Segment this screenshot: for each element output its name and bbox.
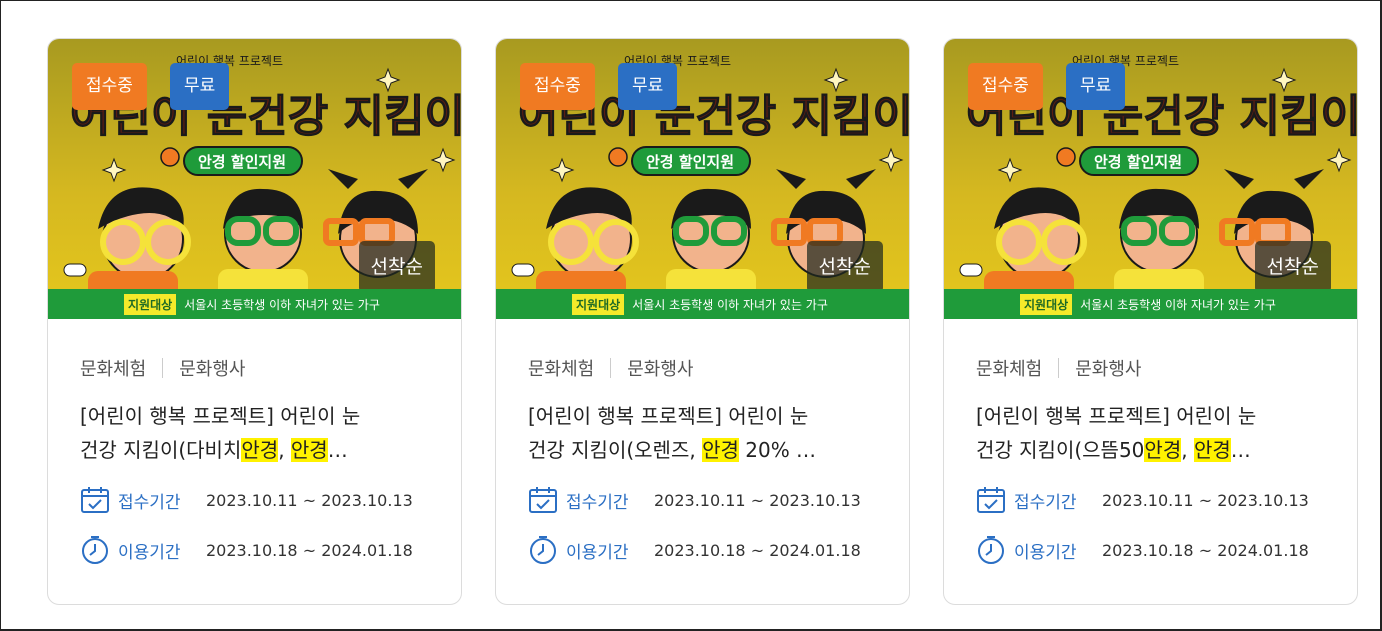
program-thumbnail[interactable]: 어린이 행복 프로젝트 어린이 눈건강 지킴이 안경 할인지원 접수중 무료 선… (496, 39, 909, 319)
target-tag: 지원대상 (124, 293, 177, 315)
program-title[interactable]: [어린이 행복 프로젝트] 어린이 눈 건강 지킴이(오렌즈, 안경 20% … (528, 399, 877, 467)
clock-icon (978, 536, 1004, 564)
title-line-1: [어린이 행복 프로젝트] 어린이 눈 (528, 404, 809, 428)
fee-badge: 무료 (618, 63, 678, 110)
title-text: 20% … (738, 438, 817, 462)
title-line-2: 건강 지킴이(오렌즈, 안경 20% … (528, 433, 877, 467)
fee-badge: 무료 (1066, 63, 1126, 110)
title-text: 건강 지킴이(으뜸50 (976, 438, 1145, 462)
apply-period-label: 접수기간 (566, 492, 629, 513)
category-primary[interactable]: 문화체험 (528, 355, 594, 381)
banner-sub-text: 안경 할인지원 (198, 153, 286, 171)
use-period-value: 2023.10.18 ~ 2024.01.18 (654, 540, 861, 560)
program-card[interactable]: 어린이 행복 프로젝트 어린이 눈건강 지킴이 안경 할인지원 접수중 무료 선… (943, 38, 1358, 605)
apply-period-label: 접수기간 (118, 492, 181, 513)
target-stripe: 지원대상 서울시 초등학생 이하 자녀가 있는 가구 (496, 289, 909, 319)
title-line-1: [어린이 행복 프로젝트] 어린이 눈 (80, 404, 361, 428)
calendar-check-icon (977, 487, 1005, 513)
program-thumbnail[interactable]: 어린이 행복 프로젝트 어린이 눈건강 지킴이 안경 할인지원 접수중 무료 선… (48, 39, 461, 319)
apply-period-row: 접수기간 2023.10.11 ~ 2023.10.13 (80, 485, 429, 515)
target-tag: 지원대상 (1020, 293, 1073, 315)
category-divider (610, 358, 612, 378)
target-stripe: 지원대상 서울시 초등학생 이하 자녀가 있는 가구 (48, 289, 461, 319)
apply-period-value: 2023.10.11 ~ 2023.10.13 (1102, 490, 1309, 510)
category-divider (1058, 358, 1060, 378)
program-title[interactable]: [어린이 행복 프로젝트] 어린이 눈 건강 지킴이(다비치안경, 안경… (80, 399, 429, 467)
calendar-check-icon (81, 487, 109, 513)
apply-period-label: 접수기간 (1014, 492, 1077, 513)
title-highlight: 안경 (241, 438, 279, 462)
category-primary[interactable]: 문화체험 (976, 355, 1042, 381)
card-body: 문화체험 문화행사 [어린이 행복 프로젝트] 어린이 눈 건강 지킴이(으뜸5… (944, 355, 1357, 565)
title-line-2: 건강 지킴이(으뜸50안경, 안경… (976, 433, 1325, 467)
target-text: 서울시 초등학생 이하 자녀가 있는 가구 (632, 297, 828, 312)
title-highlight: 안경 (290, 438, 328, 462)
fee-badge: 무료 (170, 63, 230, 110)
program-thumbnail[interactable]: 어린이 행복 프로젝트 어린이 눈건강 지킴이 안경 할인지원 접수중 무료 선… (944, 39, 1357, 319)
target-tag: 지원대상 (572, 293, 625, 315)
title-text: 건강 지킴이(다비치 (80, 438, 242, 462)
target-text: 서울시 초등학생 이하 자녀가 있는 가구 (1080, 297, 1276, 312)
title-highlight: 안경 (702, 438, 739, 462)
target-stripe: 지원대상 서울시 초등학생 이하 자녀가 있는 가구 (944, 289, 1357, 319)
use-period-label: 이용기간 (118, 542, 181, 563)
use-period-value: 2023.10.18 ~ 2024.01.18 (1102, 540, 1309, 560)
program-title[interactable]: [어린이 행복 프로젝트] 어린이 눈 건강 지킴이(으뜸50안경, 안경… (976, 399, 1325, 467)
category-list: 문화체험 문화행사 (528, 355, 877, 381)
apply-period-value: 2023.10.11 ~ 2023.10.13 (206, 490, 413, 510)
category-secondary[interactable]: 문화행사 (179, 355, 245, 381)
title-ellipsis: … (1230, 438, 1251, 462)
status-badge: 접수중 (72, 63, 147, 110)
category-secondary[interactable]: 문화행사 (627, 355, 693, 381)
first-come-badge: 선착순 (358, 241, 435, 293)
title-line-1: [어린이 행복 프로젝트] 어린이 눈 (976, 404, 1257, 428)
title-ellipsis: … (327, 438, 348, 462)
clock-icon (82, 536, 108, 564)
title-text: 건강 지킴이(오렌즈, (528, 438, 703, 462)
title-highlight: 안경 (1193, 438, 1231, 462)
status-badge: 접수중 (520, 63, 595, 110)
first-come-badge: 선착순 (806, 241, 883, 293)
use-period-label: 이용기간 (566, 542, 629, 563)
calendar-check-icon (529, 487, 557, 513)
card-body: 문화체험 문화행사 [어린이 행복 프로젝트] 어린이 눈 건강 지킴이(오렌즈… (496, 355, 909, 565)
title-line-2: 건강 지킴이(다비치안경, 안경… (80, 433, 429, 467)
banner-sub-text: 안경 할인지원 (646, 153, 734, 171)
use-period-row: 이용기간 2023.10.18 ~ 2024.01.18 (976, 535, 1325, 565)
category-secondary[interactable]: 문화행사 (1075, 355, 1141, 381)
use-period-label: 이용기간 (1014, 542, 1077, 563)
use-period-row: 이용기간 2023.10.18 ~ 2024.01.18 (528, 535, 877, 565)
clock-icon (530, 536, 556, 564)
card-body: 문화체험 문화행사 [어린이 행복 프로젝트] 어린이 눈 건강 지킴이(다비치… (48, 355, 461, 565)
target-text: 서울시 초등학생 이하 자녀가 있는 가구 (184, 297, 380, 312)
category-list: 문화체험 문화행사 (80, 355, 429, 381)
status-badge: 접수중 (968, 63, 1043, 110)
program-card[interactable]: 어린이 행복 프로젝트 어린이 눈건강 지킴이 안경 할인지원 접수중 무료 선… (495, 38, 910, 605)
category-list: 문화체험 문화행사 (976, 355, 1325, 381)
apply-period-row: 접수기간 2023.10.11 ~ 2023.10.13 (528, 485, 877, 515)
title-text: , (1181, 438, 1194, 462)
first-come-badge: 선착순 (1254, 241, 1331, 293)
title-text: , (278, 438, 291, 462)
title-highlight: 안경 (1144, 438, 1182, 462)
use-period-row: 이용기간 2023.10.18 ~ 2024.01.18 (80, 535, 429, 565)
use-period-value: 2023.10.18 ~ 2024.01.18 (206, 540, 413, 560)
category-divider (162, 358, 164, 378)
program-card[interactable]: 어린이 행복 프로젝트 어린이 눈건강 지킴이 안경 할인지원 접수중 무료 선… (47, 38, 462, 605)
banner-sub-text: 안경 할인지원 (1094, 153, 1182, 171)
category-primary[interactable]: 문화체험 (80, 355, 146, 381)
apply-period-row: 접수기간 2023.10.11 ~ 2023.10.13 (976, 485, 1325, 515)
apply-period-value: 2023.10.11 ~ 2023.10.13 (654, 490, 861, 510)
